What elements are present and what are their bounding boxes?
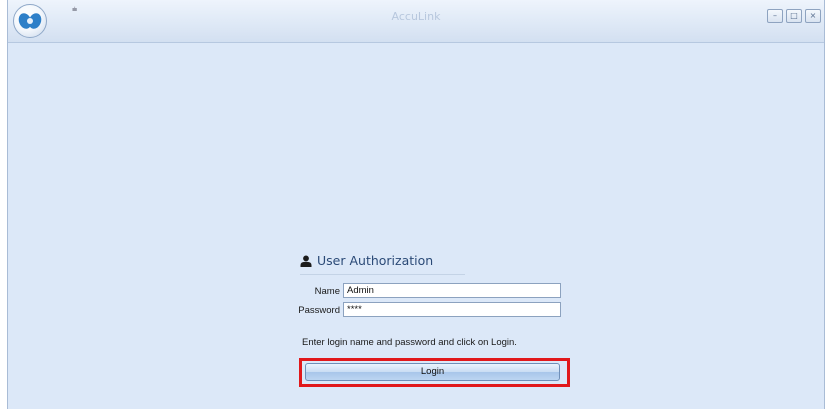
user-icon xyxy=(300,255,312,267)
name-input[interactable] xyxy=(343,283,561,298)
password-label: Password xyxy=(298,305,340,316)
minimize-icon: – xyxy=(773,11,777,20)
window-title: AccuLink xyxy=(391,10,441,23)
maximize-icon: □ xyxy=(790,11,798,20)
name-label: Name xyxy=(314,286,340,297)
maximize-button[interactable]: □ xyxy=(786,9,802,23)
password-input[interactable] xyxy=(343,302,561,317)
close-button[interactable]: × xyxy=(805,9,821,23)
login-hint: Enter login name and password and click … xyxy=(302,337,517,348)
minimize-button[interactable]: – xyxy=(767,9,783,23)
close-icon: × xyxy=(809,11,817,20)
app-window: ⩧ AccuLink – □ × User Authorization Name… xyxy=(7,0,825,409)
auth-title: User Authorization xyxy=(317,253,434,268)
auth-header: User Authorization xyxy=(300,252,465,275)
title-bar[interactable]: ⩧ AccuLink – □ × xyxy=(8,0,824,43)
window-controls: – □ × xyxy=(767,9,821,23)
login-button[interactable]: Login xyxy=(305,363,560,381)
